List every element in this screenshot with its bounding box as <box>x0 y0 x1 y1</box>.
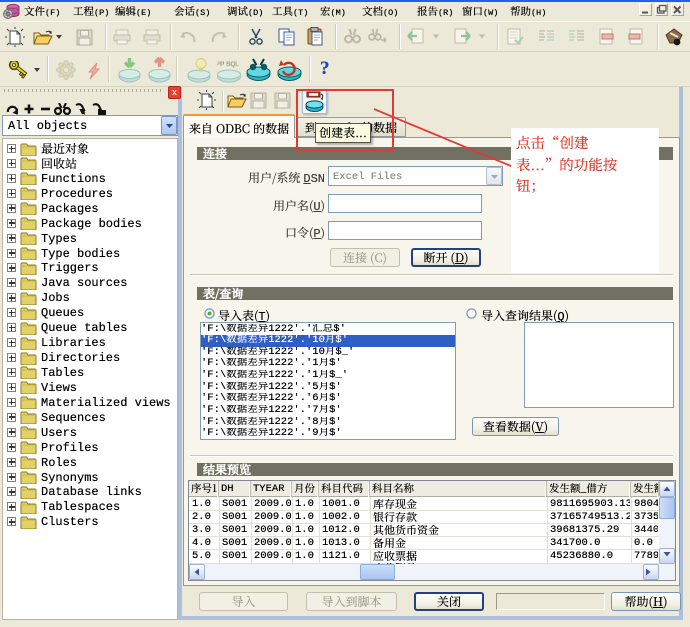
svg-text:P SQL: P SQL <box>220 61 239 68</box>
